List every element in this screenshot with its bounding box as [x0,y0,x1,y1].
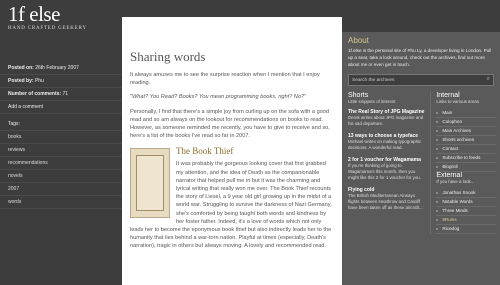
external-link[interactable]: 9Rules [436,216,496,225]
search-input[interactable]: Search the archives ⌕ [348,74,494,86]
search-placeholder: Search the archives [352,77,395,83]
posted-on-label: Posted on: [8,65,34,71]
short-item[interactable]: 2 for 1 voucher for Wagamama If you're t… [348,157,426,181]
tags-label: Tags: [0,118,122,131]
internal-title: Internal [436,92,460,99]
external-subtitle: If you have a look... [436,179,475,184]
post-paragraph: Personally, I find that there's a simple… [130,108,330,140]
external-title: External [436,172,463,179]
internal-links-section: Internal Links to various areas Main Col… [431,92,500,234]
tag-link[interactable]: reviews [0,144,122,157]
external-link[interactable]: Three Minds [436,207,496,216]
sidebar: About 1f.else is the personal site of Ph… [342,32,500,285]
add-comment-link[interactable]: Add a comment [0,101,122,114]
logo-tagline: HAND CRAFTED GEEKERY [8,26,87,31]
logo-text[interactable]: 1f else [8,4,87,25]
external-link[interactable]: Jonathan Snook [436,189,496,198]
tag-link[interactable]: 2007 [0,183,122,196]
post-meta: Posted on: 26th February 2007 Posted by:… [0,62,122,209]
internal-link-shorts-archives[interactable]: Shorts archives [436,136,496,145]
about-text: 1f.else is the personal site of Phu Ly, … [348,48,492,67]
comments-label: Number of comments: [8,91,62,97]
internal-link-subscribe[interactable]: Subscribe to feeds [436,154,496,163]
search-icon[interactable]: ⌕ [487,76,490,83]
shorts-title: Shorts [348,92,369,99]
short-text: Michael writes on making typographic dec… [348,139,422,150]
internal-link-main[interactable]: Main [436,109,496,118]
short-item[interactable]: Flying cold The British Mediterranean Ai… [348,187,426,211]
short-text: If you're thinking of going to Wagamama'… [348,163,421,180]
tag-link[interactable]: books [0,131,122,144]
short-text: The British Mediterranean Airways flight… [348,193,423,210]
about-section: About 1f.else is the personal site of Ph… [342,32,500,68]
short-text: Derek writes about JPG magazine and his … [348,115,424,126]
posted-on-value: 26th February 2007 [35,65,79,71]
tag-link[interactable]: words [0,196,122,209]
posted-by-label: Posted by: [8,78,34,84]
shorts-subtitle: Little snippets of interest [348,99,396,104]
internal-link-blogroll[interactable]: Blogroll [436,163,496,172]
external-link[interactable]: Notable Words [436,198,496,207]
comments-value: 71 [62,91,69,97]
shorts-section: Shorts Little snippets of interest The R… [342,92,432,234]
book-cover-image [130,148,170,219]
about-title: About [348,36,369,45]
posted-by-value[interactable]: Phu [35,78,44,84]
tag-link[interactable]: novels [0,170,122,183]
internal-link-colophon[interactable]: Colophon [436,118,496,127]
comments-count: Number of comments: 71 [0,88,122,101]
internal-link-contact[interactable]: Contact [436,145,496,154]
post-title: Sharing words [130,49,206,64]
posted-on: Posted on: 26th February 2007 [0,62,122,75]
external-link[interactable]: Ricedog [436,225,496,234]
internal-subtitle: Links to various areas [436,99,480,104]
tag-link[interactable]: recommendations [0,157,122,170]
internal-link-main-archives[interactable]: Main Archives [436,127,496,136]
short-item[interactable]: The Real Story of JPG Magazine Derek wri… [348,109,426,127]
post-intro: It always amuses me to see the surprise … [130,72,320,87]
posted-by: Posted by: Phu [0,75,122,88]
book-review: The Book Thief It was probably the gorge… [130,146,334,250]
article: Sharing words It always amuses me to see… [122,17,342,285]
post-quote: "What? You Read? Books? You mean program… [130,94,307,101]
short-item[interactable]: 13 ways to choose a typeface Michael wri… [348,133,426,151]
site-logo[interactable]: 1f else HAND CRAFTED GEEKERY [8,4,87,32]
